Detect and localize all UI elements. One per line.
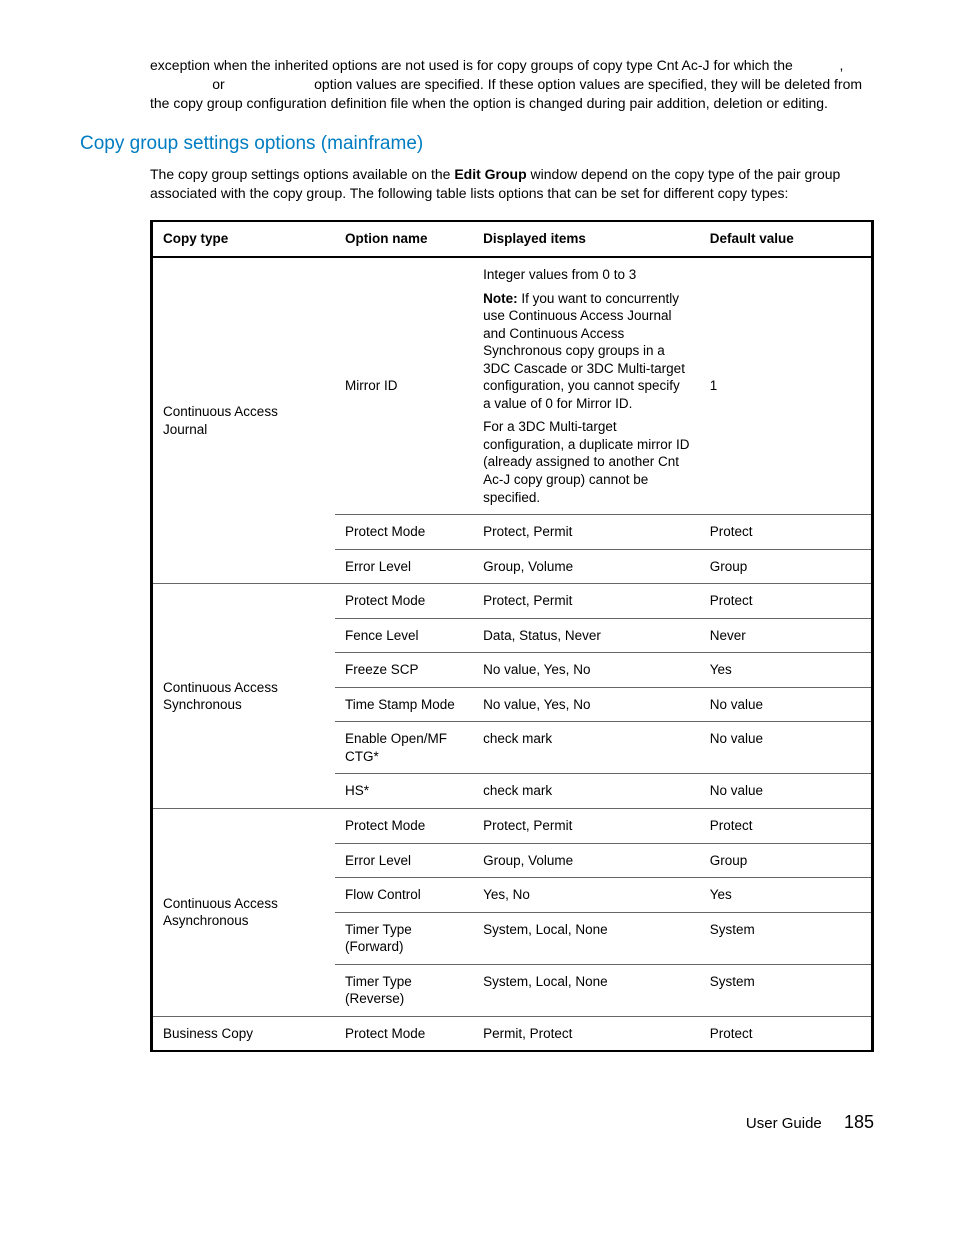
page-footer: User Guide 185 bbox=[80, 1112, 874, 1133]
cell-default-value: System bbox=[700, 964, 873, 1016]
cell-default-value: Never bbox=[700, 618, 873, 653]
mirror-id-para3: For a 3DC Multi-target configuration, a … bbox=[483, 418, 690, 506]
cell-displayed-items: Data, Status, Never bbox=[473, 618, 700, 653]
cell-displayed-items: System, Local, None bbox=[473, 964, 700, 1016]
cell-default-value: Yes bbox=[700, 653, 873, 688]
cell-option-name: Time Stamp Mode bbox=[335, 687, 473, 722]
cell-displayed-items: Protect, Permit bbox=[473, 584, 700, 619]
cell-copy-type: Continuous Access Journal bbox=[152, 257, 335, 584]
cell-copy-type: Business Copy bbox=[152, 1016, 335, 1051]
cell-option-name: Freeze SCP bbox=[335, 653, 473, 688]
cell-copy-type: Continuous Access Synchronous bbox=[152, 584, 335, 809]
cell-option-name: Enable Open/MF CTG* bbox=[335, 722, 473, 774]
cell-displayed-items: check mark bbox=[473, 722, 700, 774]
page-number: 185 bbox=[844, 1112, 874, 1132]
cell-displayed-items: Protect, Permit bbox=[473, 809, 700, 844]
cell-default-value: Protect bbox=[700, 584, 873, 619]
cell-default-value: Group bbox=[700, 549, 873, 584]
options-table: Copy type Option name Displayed items De… bbox=[150, 220, 874, 1052]
cell-option-name: Error Level bbox=[335, 549, 473, 584]
cell-displayed-items: No value, Yes, No bbox=[473, 687, 700, 722]
cell-option-name: Mirror ID bbox=[335, 257, 473, 515]
section-intro-pre: The copy group settings options availabl… bbox=[150, 166, 454, 182]
intro-paragraph: exception when the inherited options are… bbox=[150, 56, 874, 113]
header-copy-type: Copy type bbox=[152, 221, 335, 257]
table-row: Continuous Access Asynchronous Protect M… bbox=[152, 809, 873, 844]
cell-displayed-items: Yes, No bbox=[473, 878, 700, 913]
mirror-id-para1: Integer values from 0 to 3 bbox=[483, 266, 690, 284]
cell-default-value: 1 bbox=[700, 257, 873, 515]
cell-option-name: Flow Control bbox=[335, 878, 473, 913]
cell-default-value: No value bbox=[700, 774, 873, 809]
cell-displayed-items: Integer values from 0 to 3 Note: If you … bbox=[473, 257, 700, 515]
cell-copy-type: Continuous Access Asynchronous bbox=[152, 809, 335, 1017]
cell-default-value: Group bbox=[700, 843, 873, 878]
footer-label: User Guide bbox=[746, 1115, 822, 1132]
note-rest: If you want to concurrently use Continuo… bbox=[483, 291, 685, 411]
cell-default-value: No value bbox=[700, 722, 873, 774]
cell-default-value: No value bbox=[700, 687, 873, 722]
cell-option-name: Protect Mode bbox=[335, 515, 473, 550]
section-intro: The copy group settings options availabl… bbox=[150, 165, 874, 203]
cell-option-name: HS* bbox=[335, 774, 473, 809]
cell-option-name: Protect Mode bbox=[335, 584, 473, 619]
note-bold: Note: bbox=[483, 291, 518, 306]
header-option-name: Option name bbox=[335, 221, 473, 257]
cell-option-name: Timer Type (Forward) bbox=[335, 912, 473, 964]
cell-displayed-items: Group, Volume bbox=[473, 549, 700, 584]
cell-displayed-items: check mark bbox=[473, 774, 700, 809]
cell-option-name: Fence Level bbox=[335, 618, 473, 653]
edit-group-bold: Edit Group bbox=[454, 166, 526, 182]
cell-displayed-items: Protect, Permit bbox=[473, 515, 700, 550]
cell-option-name: Protect Mode bbox=[335, 1016, 473, 1051]
cell-option-name: Timer Type (Reverse) bbox=[335, 964, 473, 1016]
cell-default-value: System bbox=[700, 912, 873, 964]
cell-option-name: Error Level bbox=[335, 843, 473, 878]
cell-default-value: Protect bbox=[700, 515, 873, 550]
cell-option-name: Protect Mode bbox=[335, 809, 473, 844]
section-heading: Copy group settings options (mainframe) bbox=[80, 133, 874, 155]
header-displayed-items: Displayed items bbox=[473, 221, 700, 257]
cell-displayed-items: Permit, Protect bbox=[473, 1016, 700, 1051]
cell-default-value: Yes bbox=[700, 878, 873, 913]
cell-displayed-items: Group, Volume bbox=[473, 843, 700, 878]
cell-displayed-items: No value, Yes, No bbox=[473, 653, 700, 688]
cell-default-value: Protect bbox=[700, 809, 873, 844]
cell-default-value: Protect bbox=[700, 1016, 873, 1051]
table-row: Continuous Access Synchronous Protect Mo… bbox=[152, 584, 873, 619]
table-header-row: Copy type Option name Displayed items De… bbox=[152, 221, 873, 257]
cell-displayed-items: System, Local, None bbox=[473, 912, 700, 964]
table-row: Business Copy Protect Mode Permit, Prote… bbox=[152, 1016, 873, 1051]
table-row: Continuous Access Journal Mirror ID Inte… bbox=[152, 257, 873, 515]
header-default-value: Default value bbox=[700, 221, 873, 257]
mirror-id-para2: Note: If you want to concurrently use Co… bbox=[483, 290, 690, 413]
